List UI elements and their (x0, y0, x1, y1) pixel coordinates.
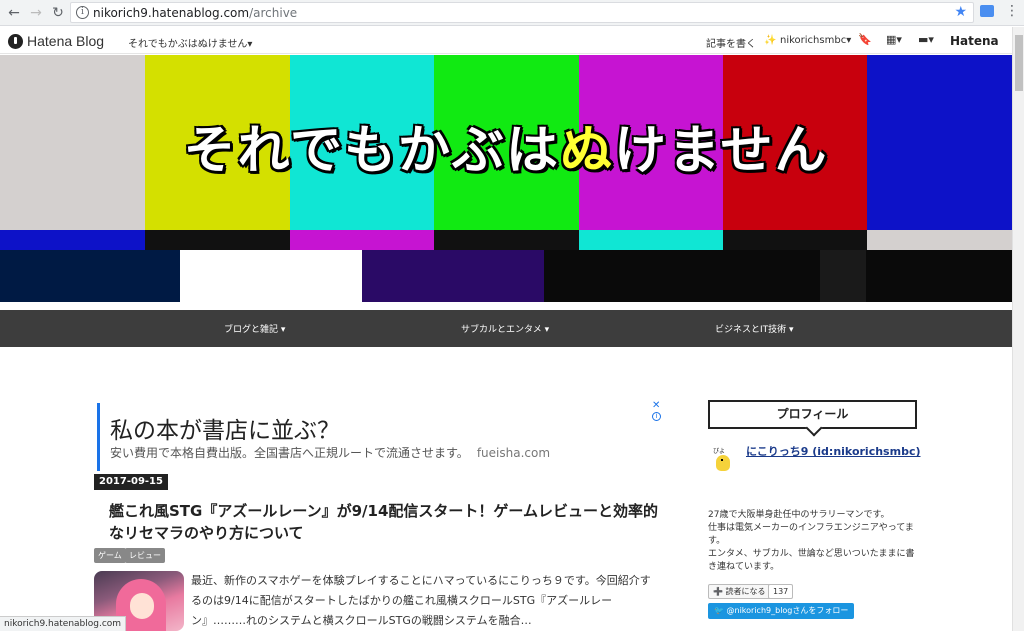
article-summary: 最近、新作のスマホゲーを体験プレイすることにハマっているにこりっち９です。今回紹… (191, 574, 651, 627)
mid-bar (145, 230, 290, 250)
ad-title[interactable]: 私の本が書店に並ぶ？ (110, 411, 340, 445)
category-blog-and-misc[interactable]: ブログと雑記 ▾ (224, 322, 285, 335)
url-path: /archive (249, 6, 298, 20)
profile-description: 27歳で大阪単身赴任中のサラリーマンです。 仕事は電気メーカーのインフラエンジニ… (708, 509, 920, 574)
close-icon[interactable]: ✕ (652, 400, 660, 411)
avatar[interactable]: ぴよ (710, 446, 736, 474)
category-nav: ブログと雑記 ▾ サブカルとエンタメ ▾ ビジネスとIT技術 ▾ (0, 310, 1012, 347)
low-bar (866, 250, 1012, 302)
low-bar (544, 250, 820, 302)
tag-review[interactable]: レビュー (125, 548, 165, 563)
browser-toolbar: ← → ↻ i nikorich9.hatenablog.com/archive… (0, 0, 1024, 26)
thumbnail-character-face (130, 593, 154, 619)
bookmark-icon[interactable]: 🔖 (858, 33, 872, 46)
bookmark-star-icon[interactable]: ★ (954, 4, 967, 20)
blog-header-image[interactable]: それでもかぶはぬけません (0, 55, 1012, 302)
browser-menu-icon[interactable]: ⋮ (1005, 3, 1019, 19)
blog-title: それでもかぶはぬけません (0, 108, 1012, 183)
hatena-global-bar: Hatena Blog それでもかぶはぬけません▾ 記事を書く ✨ nikori… (0, 27, 1012, 54)
mid-bar (579, 230, 723, 250)
chick-eye (721, 459, 723, 461)
low-bar (180, 250, 362, 302)
article-title[interactable]: 艦これ風STG『アズールレーン』が9/14配信スタート！ゲームレビューと効率的な… (109, 500, 664, 544)
mid-bar (434, 230, 579, 250)
subscriber-count: 137 (768, 584, 794, 599)
user-menu[interactable]: nikorichsmbc▾ (780, 35, 851, 46)
write-article-link[interactable]: 記事を書く (706, 35, 756, 50)
back-icon[interactable]: ← (4, 3, 24, 23)
profile-desc-line: 27歳で大阪単身赴任中のサラリーマンです。 (708, 510, 890, 520)
category-subculture-entertainment[interactable]: サブカルとエンタメ ▾ (461, 322, 549, 335)
category-business-it[interactable]: ビジネスとIT技術 ▾ (715, 322, 794, 335)
low-bar (820, 250, 866, 302)
profile-name-link[interactable]: にこりっち9 (id:nikorichsmbc) (746, 443, 921, 459)
ad-info-icon[interactable]: i (652, 412, 661, 421)
low-bar (362, 250, 544, 302)
url-text[interactable]: nikorich9.hatenablog.com/archive (93, 6, 297, 20)
grid-menu-icon[interactable]: ▦▾ (886, 33, 902, 46)
profile-desc-line: エンタメ、サブカル、世論など思いついたままに書き連ねています。 (708, 549, 915, 572)
profile-heading: プロフィール (708, 400, 917, 429)
hatena-blog-logo[interactable]: Hatena Blog (8, 33, 104, 49)
hatena-blog-logo-text: Hatena Blog (27, 33, 105, 49)
hatena-blog-mark-icon (8, 33, 23, 49)
ad-body: 安い費用で本格自費出版。全国書店へ正規ルートで流通させます。 fueisha.co… (110, 444, 550, 461)
blog-title-part: けません (614, 121, 829, 181)
user-icon: ✨ (764, 35, 777, 46)
ad-domain: fueisha.com (476, 446, 551, 460)
blog-name-dropdown[interactable]: それでもかぶはぬけません▾ (128, 35, 252, 50)
ad-banner[interactable]: 私の本が書店に並ぶ？ 安い費用で本格自費出版。全国書店へ正規ルートで流通させます… (97, 400, 662, 471)
site-info-icon[interactable]: i (76, 6, 89, 19)
mid-bar (290, 230, 434, 250)
mid-bar (0, 230, 145, 250)
address-bar[interactable]: i nikorich9.hatenablog.com/archive ★ (70, 2, 974, 23)
url-host: nikorich9.hatenablog.com (93, 6, 250, 20)
ad-text: 安い費用で本格自費出版。全国書店へ正規ルートで流通させます。 (110, 446, 469, 460)
chick-icon (716, 455, 730, 471)
low-bar (0, 250, 180, 302)
blog-title-highlight: ぬ (559, 121, 614, 181)
twitter-follow-button[interactable]: 🐦 @nikorich9_blogさんをフォロー (708, 603, 855, 619)
extension-icon[interactable] (980, 5, 994, 17)
forward-icon[interactable]: → (26, 3, 46, 23)
message-icon[interactable]: ▬▾ (918, 33, 934, 46)
mid-bar (867, 230, 1012, 250)
mid-bar (723, 230, 867, 250)
status-bar-url: nikorich9.hatenablog.com (0, 616, 127, 631)
article-date: 2017-09-15 (94, 474, 168, 490)
subscribe-button[interactable]: ➕ 読者になる (708, 584, 771, 599)
hatena-logo[interactable]: Hatena (950, 34, 999, 48)
profile-desc-line: 仕事は電気メーカーのインフラエンジニアやってます。 (708, 523, 914, 546)
avatar-label: ぴよ (713, 448, 726, 455)
tag-game[interactable]: ゲーム (94, 548, 126, 563)
reload-icon[interactable]: ↻ (48, 3, 68, 23)
page-scrollbar[interactable] (1012, 27, 1024, 631)
blog-title-part: それでもかぶは (183, 121, 560, 181)
scrollbar-thumb[interactable] (1015, 35, 1023, 91)
